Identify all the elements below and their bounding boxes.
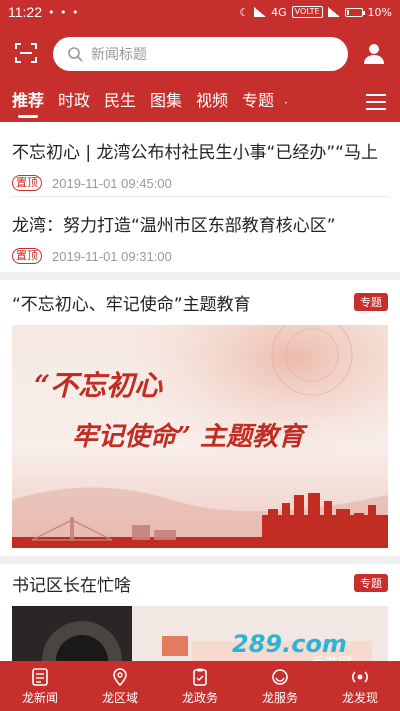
volte-badge: VOLTE bbox=[291, 6, 323, 18]
search-input[interactable]: 新闻标题 bbox=[53, 37, 348, 71]
nav-label: 龙新闻 bbox=[21, 690, 58, 705]
network-type: 4G bbox=[271, 5, 287, 19]
category-tabs: 推荐 时政 民生 图集 视频 专题 · bbox=[0, 84, 400, 122]
moon-icon: ☾ bbox=[239, 5, 250, 19]
special-title: 书记区长在忙啥 bbox=[12, 575, 131, 596]
search-icon bbox=[68, 47, 83, 62]
special-badge: 专题 bbox=[354, 574, 388, 592]
special-badge: 专题 bbox=[354, 293, 388, 311]
status-time: 11:22 bbox=[8, 4, 42, 20]
nav-label: 龙政务 bbox=[181, 690, 218, 705]
service-icon bbox=[272, 668, 288, 685]
nav-label: 龙区域 bbox=[101, 690, 138, 705]
nav-label: 龙发现 bbox=[341, 690, 378, 705]
news-title: 不忘初心 | 龙湾公布村社民生小事“已经办”“马上 bbox=[12, 143, 378, 163]
nav-region[interactable]: 龙区域 bbox=[80, 661, 160, 711]
news-date: 2019-11-01 09:31:00 bbox=[52, 248, 172, 264]
news-title: 龙湾：努力打造“温州市区东部教育核心区” bbox=[12, 216, 336, 236]
discover-icon bbox=[352, 670, 368, 683]
special-section[interactable]: 书记区长在忙啥 专题 bbox=[0, 572, 400, 596]
pinned-badge: 置顶 bbox=[12, 175, 42, 191]
nav-government[interactable]: 龙政务 bbox=[160, 661, 240, 711]
news-date: 2019-11-01 09:45:00 bbox=[52, 175, 172, 191]
user-icon[interactable] bbox=[362, 41, 386, 65]
divider bbox=[12, 196, 388, 197]
tab-overflow-icon: · bbox=[284, 96, 288, 110]
section-gap bbox=[0, 272, 400, 280]
battery-icon bbox=[344, 7, 365, 17]
status-bar: 11:22 • • • ☾ 4G VOLTE 10% bbox=[0, 0, 400, 24]
battery-level: 10% bbox=[367, 5, 392, 19]
section-gap bbox=[0, 556, 400, 564]
banner-text-line1: “不忘初心 bbox=[34, 369, 163, 402]
app-header: 新闻标题 bbox=[0, 24, 400, 84]
bottom-nav: 龙新闻 龙区域 龙政务 龙服务 龙发现 bbox=[0, 661, 400, 711]
nav-label: 龙服务 bbox=[261, 690, 298, 705]
status-right: ☾ 4G VOLTE 10% bbox=[239, 6, 392, 19]
tab-recommend[interactable]: 推荐 bbox=[12, 84, 46, 122]
signal-icon-2 bbox=[327, 7, 340, 17]
tab-livelihood[interactable]: 民生 bbox=[104, 84, 138, 122]
notification-dots-icon: • • • bbox=[48, 5, 80, 19]
tab-video[interactable]: 视频 bbox=[196, 84, 230, 122]
special-title: “不忘初心、牢记使命”主题教育 bbox=[12, 294, 251, 315]
news-icon bbox=[32, 667, 48, 686]
news-item[interactable]: 龙湾：努力打造“温州市区东部教育核心区” 置顶 2019-11-01 09:31… bbox=[0, 211, 400, 264]
tab-politics[interactable]: 时政 bbox=[58, 84, 92, 122]
clipboard-icon bbox=[193, 668, 207, 686]
tab-gallery[interactable]: 图集 bbox=[150, 84, 184, 122]
scan-icon[interactable] bbox=[14, 41, 38, 65]
signal-icon bbox=[254, 7, 267, 17]
watermark-text: 289.com bbox=[232, 630, 347, 658]
banner-text-line2: 牢记使命” 主题教育 bbox=[72, 422, 308, 452]
special-section[interactable]: “不忘初心、牢记使命”主题教育 专题 bbox=[0, 291, 400, 315]
news-item[interactable]: 不忘初心 | 龙湾公布村社民生小事“已经办”“马上 置顶 2019-11-01 … bbox=[0, 138, 400, 191]
special-banner-image[interactable]: “不忘初心 牢记使命” 主题教育 bbox=[12, 325, 388, 548]
pinned-badge: 置顶 bbox=[12, 248, 42, 264]
location-icon bbox=[113, 667, 127, 686]
search-placeholder: 新闻标题 bbox=[91, 47, 147, 63]
nav-discover[interactable]: 龙发现 bbox=[320, 661, 400, 711]
tab-special[interactable]: 专题 bbox=[242, 84, 276, 122]
nav-news[interactable]: 龙新闻 bbox=[0, 661, 80, 711]
menu-icon[interactable] bbox=[366, 94, 386, 110]
nav-service[interactable]: 龙服务 bbox=[240, 661, 320, 711]
